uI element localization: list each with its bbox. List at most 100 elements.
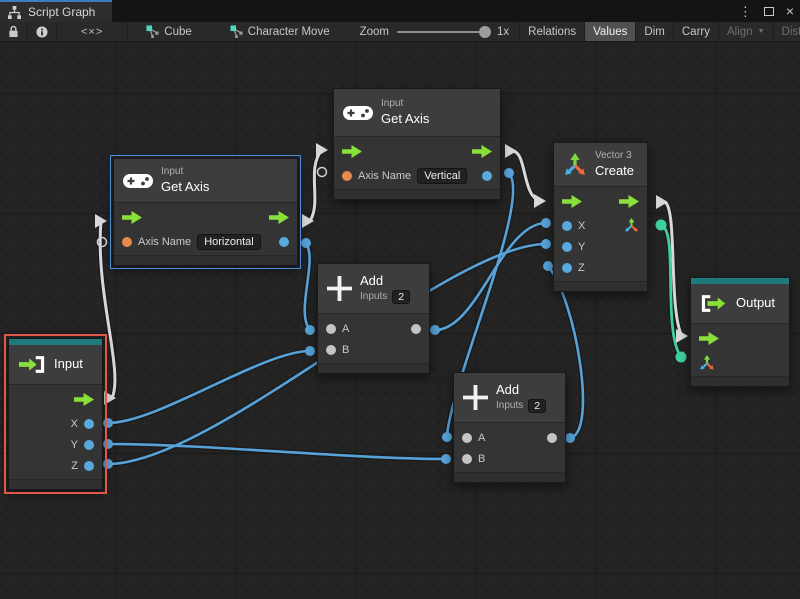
flow-out-port[interactable] <box>619 195 639 208</box>
node-add-2[interactable]: Add Inputs 2 A B <box>453 372 566 483</box>
gamepad-icon <box>343 105 373 121</box>
plus-icon <box>463 385 488 410</box>
flow-in-port[interactable] <box>699 332 719 345</box>
port-z[interactable] <box>84 461 94 471</box>
port-b-label: B <box>478 453 485 465</box>
node-title: Add <box>496 382 546 398</box>
node-title: Add <box>360 273 410 289</box>
distribute-dropdown[interactable]: Distribute ▼ <box>773 22 800 41</box>
port-x[interactable] <box>84 419 94 429</box>
values-toggle[interactable]: Values <box>584 22 635 41</box>
distribute-label: Distribute <box>782 26 800 38</box>
result-port[interactable] <box>279 237 289 247</box>
port-a[interactable] <box>326 324 336 334</box>
node-title: Create <box>595 163 634 179</box>
info-icon <box>36 26 48 38</box>
node-footer <box>554 281 647 291</box>
port-x[interactable] <box>562 221 572 231</box>
axis-name-label: Axis Name <box>358 170 411 182</box>
tab-bar: Script Graph ⋮ × <box>0 0 800 22</box>
node-title: Output <box>736 295 775 311</box>
flow-in-port[interactable] <box>342 145 362 158</box>
inputs-label: Inputs <box>496 400 523 413</box>
dim-toggle[interactable]: Dim <box>635 22 672 41</box>
close-icon[interactable]: × <box>786 4 794 18</box>
vector3-icon <box>563 153 587 177</box>
port-a-label: A <box>342 323 349 335</box>
node-get-axis-vertical[interactable]: Input Get Axis Axis Name Vertical <box>333 88 501 200</box>
vector3-out-port[interactable] <box>624 218 639 233</box>
port-y-label: Y <box>578 241 585 253</box>
sum-out-port[interactable] <box>547 433 557 443</box>
result-port[interactable] <box>482 171 492 181</box>
port-a-label: A <box>478 432 485 444</box>
graph-breadcrumb-label: Cube <box>164 26 192 38</box>
port-x-label: X <box>71 418 78 430</box>
flow-in-port[interactable] <box>562 195 582 208</box>
inputs-count-field[interactable]: 2 <box>392 290 410 304</box>
port-x-label: X <box>578 220 585 232</box>
node-footer <box>454 472 565 482</box>
output-bracket-icon <box>700 295 728 312</box>
mini-graph-icon <box>230 25 243 38</box>
tab-title: Script Graph <box>28 5 95 19</box>
node-get-axis-horizontal[interactable]: Input Get Axis Axis Name Horizontal <box>113 158 298 266</box>
axis-name-port[interactable] <box>342 171 352 181</box>
port-a[interactable] <box>462 433 472 443</box>
lock-icon <box>8 25 19 38</box>
flow-out-port[interactable] <box>74 393 94 406</box>
graph-icon <box>7 6 22 19</box>
relations-toggle[interactable]: Relations <box>519 22 584 41</box>
code-brackets-icon: <×> <box>81 26 103 38</box>
node-title: Get Axis <box>381 111 429 127</box>
node-graph-input[interactable]: Input X Y Z <box>8 338 103 490</box>
axis-name-field[interactable]: Vertical <box>417 168 467 184</box>
node-title: Input <box>54 356 83 372</box>
port-b-label: B <box>342 344 349 356</box>
node-subtitle: Vector 3 <box>595 150 634 163</box>
graph-breadcrumb-label: Character Move <box>248 26 330 38</box>
info-button[interactable] <box>28 22 57 41</box>
node-add-1[interactable]: Add Inputs 2 A B <box>317 263 430 374</box>
graph-breadcrumb-cube[interactable]: Cube <box>136 22 202 41</box>
axis-name-field[interactable]: Horizontal <box>197 234 261 250</box>
mini-graph-icon <box>146 25 159 38</box>
tab-script-graph[interactable]: Script Graph <box>0 0 112 22</box>
port-z[interactable] <box>562 263 572 273</box>
inputs-count-field[interactable]: 2 <box>528 399 546 413</box>
port-b[interactable] <box>462 454 472 464</box>
flow-out-port[interactable] <box>472 145 492 158</box>
kebab-menu-icon[interactable]: ⋮ <box>739 5 752 18</box>
node-graph-output[interactable]: Output <box>690 277 790 387</box>
align-label: Align <box>727 26 753 38</box>
variables-button[interactable]: <×> <box>57 22 128 41</box>
flow-out-port[interactable] <box>269 211 289 224</box>
node-vector3-create[interactable]: Vector 3 Create X Y Z <box>553 142 648 292</box>
port-b[interactable] <box>326 345 336 355</box>
axis-name-port[interactable] <box>122 237 132 247</box>
port-y[interactable] <box>562 242 572 252</box>
input-bracket-icon <box>18 356 46 373</box>
node-title: Get Axis <box>161 179 209 195</box>
align-dropdown[interactable]: Align ▼ <box>718 22 773 41</box>
gamepad-icon <box>123 173 153 189</box>
node-footer <box>691 376 789 386</box>
port-y[interactable] <box>84 440 94 450</box>
flow-in-port[interactable] <box>122 211 142 224</box>
maximize-icon[interactable] <box>764 7 774 16</box>
vector3-in-port[interactable] <box>699 355 715 371</box>
node-subtitle: Input <box>161 166 209 179</box>
node-footer <box>114 255 297 265</box>
node-footer <box>318 363 429 373</box>
flow-wire-getaxis-vertical-to-vector3-create[interactable] <box>513 151 540 201</box>
sum-out-port[interactable] <box>411 324 421 334</box>
port-z-label: Z <box>578 262 585 274</box>
graph-breadcrumb-character-move[interactable]: Character Move <box>220 22 340 41</box>
carry-toggle[interactable]: Carry <box>673 22 718 41</box>
script-graph-window: Input Get Axis Axis Name Vertical Input … <box>0 0 800 599</box>
zoom-slider-thumb[interactable] <box>479 26 491 38</box>
node-footer <box>334 189 500 199</box>
lock-button[interactable] <box>0 22 28 41</box>
zoom-slider[interactable] <box>397 31 489 33</box>
plus-icon <box>327 276 352 301</box>
